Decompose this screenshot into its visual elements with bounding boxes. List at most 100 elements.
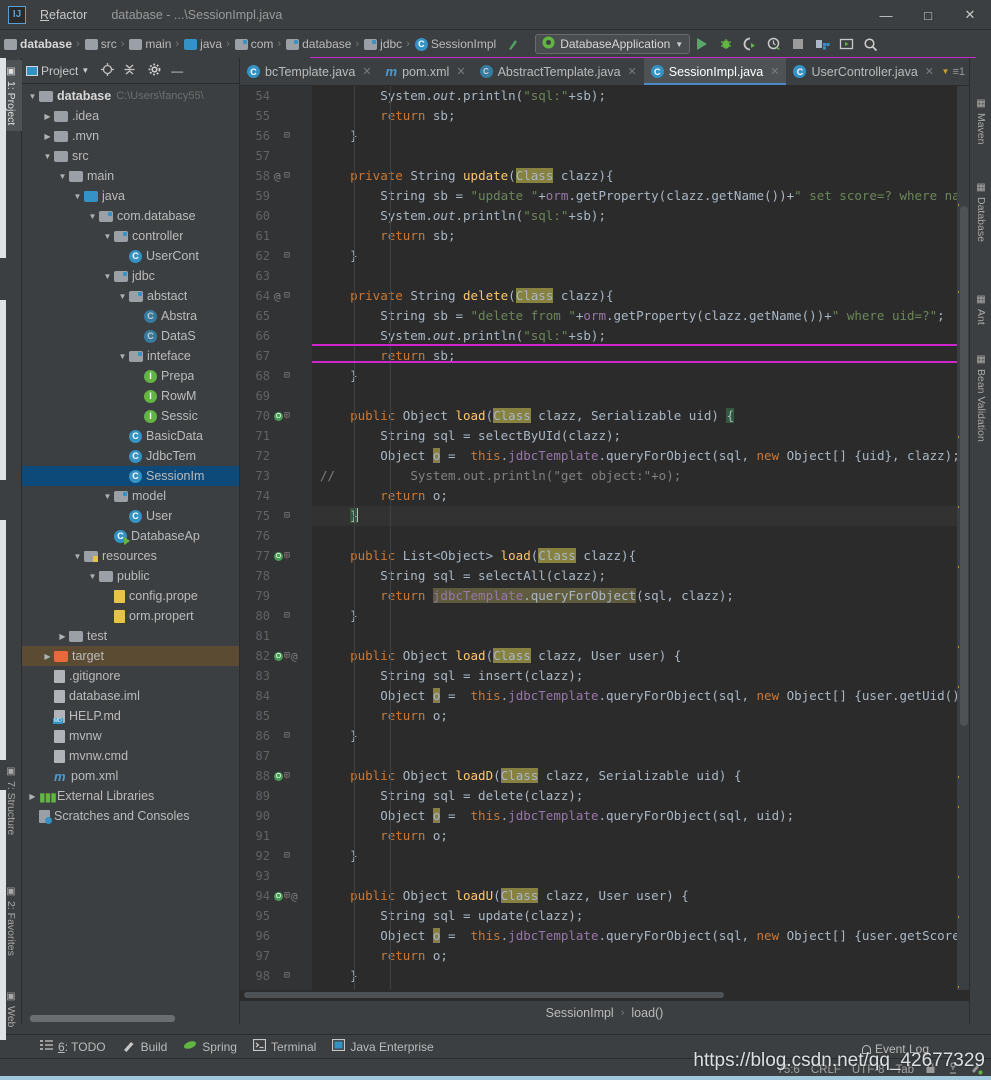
hide-panel-icon[interactable]: — (171, 64, 183, 78)
run-configuration-selector[interactable]: DatabaseApplication ▼ (535, 34, 690, 54)
code-fold-icon[interactable]: ⊟ (284, 130, 290, 141)
code-line[interactable]: System.out.println("sql:"+sb); (312, 326, 957, 346)
close-icon[interactable]: ✕ (925, 65, 934, 78)
run-with-coverage-button[interactable] (738, 32, 762, 56)
branch-icon[interactable] (947, 1062, 959, 1077)
override-method-icon[interactable]: O (274, 412, 283, 421)
override-method-icon[interactable]: O (274, 652, 283, 661)
code-line[interactable]: public Object load(Class clazz, Serializ… (312, 406, 957, 426)
code-line[interactable]: String sb = "delete from "+orm.getProper… (312, 306, 957, 326)
editor-vertical-scrollbar[interactable] (959, 86, 969, 990)
gutter-row[interactable]: 57 (240, 146, 312, 166)
tree-node-mvnw[interactable]: mvnw (22, 726, 239, 746)
gutter-row[interactable]: 66 (240, 326, 312, 346)
tree-node-mvnwcmd[interactable]: mvnw.cmd (22, 746, 239, 766)
tree-node-test[interactable]: ▶test (22, 626, 239, 646)
breadcrumb-item-java[interactable]: java› (182, 37, 233, 51)
tree-expander-icon[interactable]: ▼ (71, 192, 84, 201)
gutter-row[interactable]: 54 (240, 86, 312, 106)
editor-tab-sessionimpljava[interactable]: CSessionImpl.java✕ (644, 58, 787, 85)
breadcrumb-item-src[interactable]: src› (83, 37, 128, 51)
code-line[interactable]: public Object loadD(Class clazz, Seriali… (312, 766, 957, 786)
close-button[interactable]: ✕ (949, 0, 991, 30)
code-fold-icon[interactable]: ⊟ (284, 850, 290, 861)
tree-expander-icon[interactable]: ▼ (116, 352, 129, 361)
tree-node-sessionim[interactable]: CSessionIm (22, 466, 239, 486)
project-panel-header[interactable]: Project ▼ — (22, 58, 239, 84)
code-line[interactable]: private String delete(Class clazz){ (312, 286, 957, 306)
tree-node-main[interactable]: ▼main (22, 166, 239, 186)
code-line[interactable]: String sql = selectByUId(clazz); (312, 426, 957, 446)
code-line[interactable]: return o; (312, 486, 957, 506)
code-line[interactable]: System.out.println("sql:"+sb); (312, 86, 957, 106)
gutter-row[interactable]: 64@⊟ (240, 286, 312, 306)
maximize-button[interactable]: □ (907, 0, 949, 30)
code-line[interactable]: Object o = this.jdbcTemplate.queryForObj… (312, 926, 957, 946)
tool-tab-maven[interactable]: ▦Maven (970, 92, 991, 151)
tree-expander-icon[interactable]: ▶ (41, 652, 54, 661)
tree-node-mvn[interactable]: ▶.mvn (22, 126, 239, 146)
editor-gutter[interactable]: 545556⊟5758@⊟59606162⊟6364@⊟65666768⊟697… (240, 86, 312, 990)
gutter-row[interactable]: 96 (240, 926, 312, 946)
tree-node-model[interactable]: ▼model (22, 486, 239, 506)
breadcrumb-item-main[interactable]: main› (127, 37, 182, 51)
breadcrumb-item-com[interactable]: com› (233, 37, 284, 51)
tree-node-abstact[interactable]: ▼abstact (22, 286, 239, 306)
code-line[interactable]: String sb = "update "+orm.getProperty(cl… (312, 186, 957, 206)
tree-node-src[interactable]: ▼src (22, 146, 239, 166)
code-line[interactable]: } (312, 366, 957, 386)
code-line[interactable]: return o; (312, 826, 957, 846)
close-icon[interactable]: ✕ (456, 65, 465, 78)
event-log-button[interactable]: Event Log (862, 1042, 929, 1056)
code-line[interactable]: // System.out.println("get object:"+o); (312, 466, 957, 486)
code-fold-icon[interactable]: ⊟ (284, 970, 290, 981)
tree-expander-icon[interactable]: ▼ (41, 152, 54, 161)
tree-expander-icon[interactable]: ▶ (56, 632, 69, 641)
profiler-button[interactable] (762, 32, 786, 56)
gutter-row[interactable]: 98⊟ (240, 966, 312, 986)
line-separator[interactable]: CRLF (811, 1064, 841, 1076)
code-fold-icon[interactable]: ⊟ (284, 170, 290, 181)
breadcrumb-item-database[interactable]: database› (284, 37, 362, 51)
tree-node-user[interactable]: CUser (22, 506, 239, 526)
chevron-down-icon[interactable]: ▼ (81, 66, 89, 75)
gutter-row[interactable]: 89 (240, 786, 312, 806)
code-line[interactable]: System.out.println("sql:"+sb); (312, 206, 957, 226)
gutter-row[interactable]: 92⊟ (240, 846, 312, 866)
code-text-area[interactable]: System.out.println("sql:"+sb); return sb… (312, 86, 957, 990)
editor-breadcrumb[interactable]: SessionImpl › load() (240, 1000, 969, 1024)
right-tool-strip[interactable]: ▦Maven▦Database▦Ant▦Bean Validation (969, 58, 991, 1024)
lock-icon[interactable] (925, 1062, 936, 1077)
gutter-row[interactable]: 70O↑⊟ (240, 406, 312, 426)
code-line[interactable]: return sb; (312, 106, 957, 126)
tree-node-basicdata[interactable]: CBasicData (22, 426, 239, 446)
breadcrumb-item-sessionimpl[interactable]: CSessionImpl (413, 37, 501, 51)
code-line[interactable]: } (312, 726, 957, 746)
tree-node-ormpropert[interactable]: orm.propert (22, 606, 239, 626)
chevron-down-icon[interactable]: ▼ (675, 40, 683, 49)
code-line[interactable]: Object o = this.jdbcTemplate.queryForObj… (312, 686, 957, 706)
tree-node-public[interactable]: ▼public (22, 566, 239, 586)
tool-window-javaenterprise[interactable]: Java Enterprise (332, 1039, 433, 1054)
tree-node-rowm[interactable]: IRowM (22, 386, 239, 406)
code-line[interactable]: String sql = selectAll(clazz); (312, 566, 957, 586)
code-fold-icon[interactable]: ⊟ (284, 890, 290, 901)
tab-list-icon[interactable]: ≡1 (952, 66, 965, 78)
tree-node-configprope[interactable]: config.prope (22, 586, 239, 606)
code-line[interactable]: return o; (312, 946, 957, 966)
tree-expander-icon[interactable]: ▶ (26, 792, 39, 801)
tree-expander-icon[interactable]: ▼ (71, 552, 84, 561)
tree-node-resources[interactable]: ▼resources (22, 546, 239, 566)
navigation-bar[interactable]: database›src›main›java›com›database›jdbc… (0, 30, 991, 58)
code-line[interactable]: return sb; (312, 346, 957, 366)
caret-position[interactable]: 75:6 (777, 1064, 799, 1076)
code-line[interactable]: } (312, 126, 957, 146)
code-line[interactable]: } (312, 966, 957, 986)
tree-expander-icon[interactable]: ▼ (86, 572, 99, 581)
tool-window-spring[interactable]: Spring (183, 1039, 237, 1054)
gutter-row[interactable]: 82O↑@⊟ (240, 646, 312, 666)
tool-window-build[interactable]: Build (122, 1039, 168, 1055)
code-fold-icon[interactable]: ⊟ (284, 610, 290, 621)
gutter-row[interactable]: 72 (240, 446, 312, 466)
code-line[interactable] (312, 746, 957, 766)
